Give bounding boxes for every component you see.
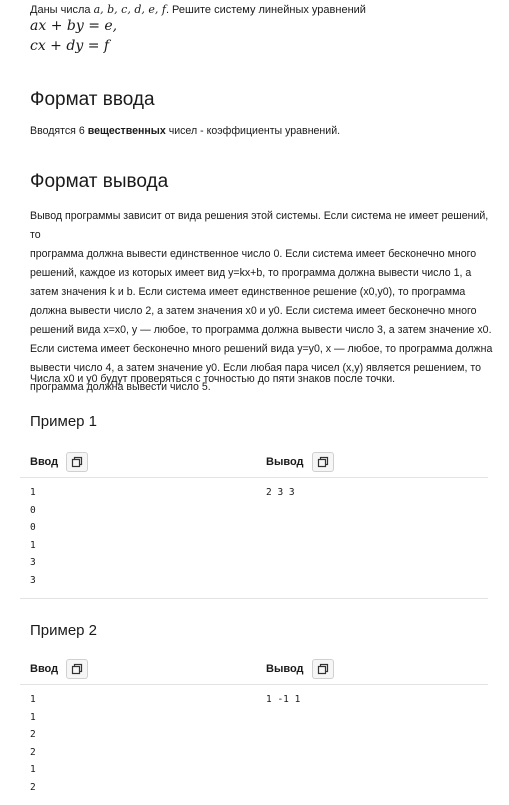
- output-line-1: Вывод программы зависит от вида решения …: [30, 210, 489, 241]
- example-1-output: 2 3 3: [266, 487, 295, 498]
- example-2-input-header: Ввод: [30, 659, 89, 679]
- equation-2: cx + dy = f: [30, 38, 110, 54]
- example-2-output: 1 -1 1: [266, 694, 301, 705]
- intro-vars: a, b, c, d, e, f: [93, 3, 166, 16]
- example-2-input-label: Ввод: [30, 663, 59, 675]
- example-1-input-header: Ввод: [30, 452, 89, 472]
- example-1-output-label: Вывод: [266, 456, 304, 468]
- example-1-output-header: Вывод: [266, 452, 334, 472]
- output-line-5: должна вывести число 2, а затем значения…: [30, 305, 477, 317]
- output-format-heading: Формат вывода: [30, 171, 169, 192]
- input-format-heading: Формат ввода: [30, 89, 155, 110]
- divider: [20, 684, 488, 685]
- example-2-title: Пример 2: [30, 622, 98, 639]
- input-format-pre: Вводятся 6: [30, 125, 88, 137]
- input-format-bold: вещественных: [87, 125, 166, 137]
- copy-icon[interactable]: [311, 452, 334, 472]
- intro-text: Даны числа a, b, c, d, e, f. Решите сист…: [30, 3, 366, 17]
- precision-note: Числа x0 и y0 будут проверяться с точнос…: [30, 373, 396, 385]
- input-format-post: чисел - коэффициенты уравнений.: [165, 125, 341, 137]
- output-line-6: решений вида x=x0, y — любое, то програм…: [30, 324, 492, 336]
- output-format-text: Вывод программы зависит от вида решения …: [30, 207, 500, 397]
- example-1-input-label: Ввод: [30, 456, 59, 468]
- input-format-text: Вводятся 6 вещественных чисел - коэффици…: [30, 122, 500, 141]
- output-line-3: решений, каждое из которых имеет вид y=k…: [30, 267, 472, 279]
- copy-icon[interactable]: [66, 659, 89, 679]
- copy-icon[interactable]: [66, 452, 89, 472]
- output-line-4: затем значения k и b. Если система имеет…: [30, 286, 466, 298]
- intro-suffix: . Решите систему линейных уравнений: [165, 4, 366, 16]
- divider: [20, 598, 488, 599]
- intro-prefix: Даны числа: [30, 4, 94, 16]
- output-line-7: Если система имеет бесконечно много реше…: [30, 343, 493, 355]
- example-1-input: 1 0 0 1 3 3: [30, 487, 36, 586]
- example-2-output-label: Вывод: [266, 663, 304, 675]
- equation-1: ax + by = e,: [30, 18, 118, 34]
- example-2-output-header: Вывод: [266, 659, 334, 679]
- output-line-2: программа должна вывести единственное чи…: [30, 248, 477, 260]
- copy-icon[interactable]: [311, 659, 334, 679]
- divider: [20, 477, 488, 478]
- example-1-title: Пример 1: [30, 413, 98, 430]
- example-2-input: 1 1 2 2 1 2: [30, 694, 36, 793]
